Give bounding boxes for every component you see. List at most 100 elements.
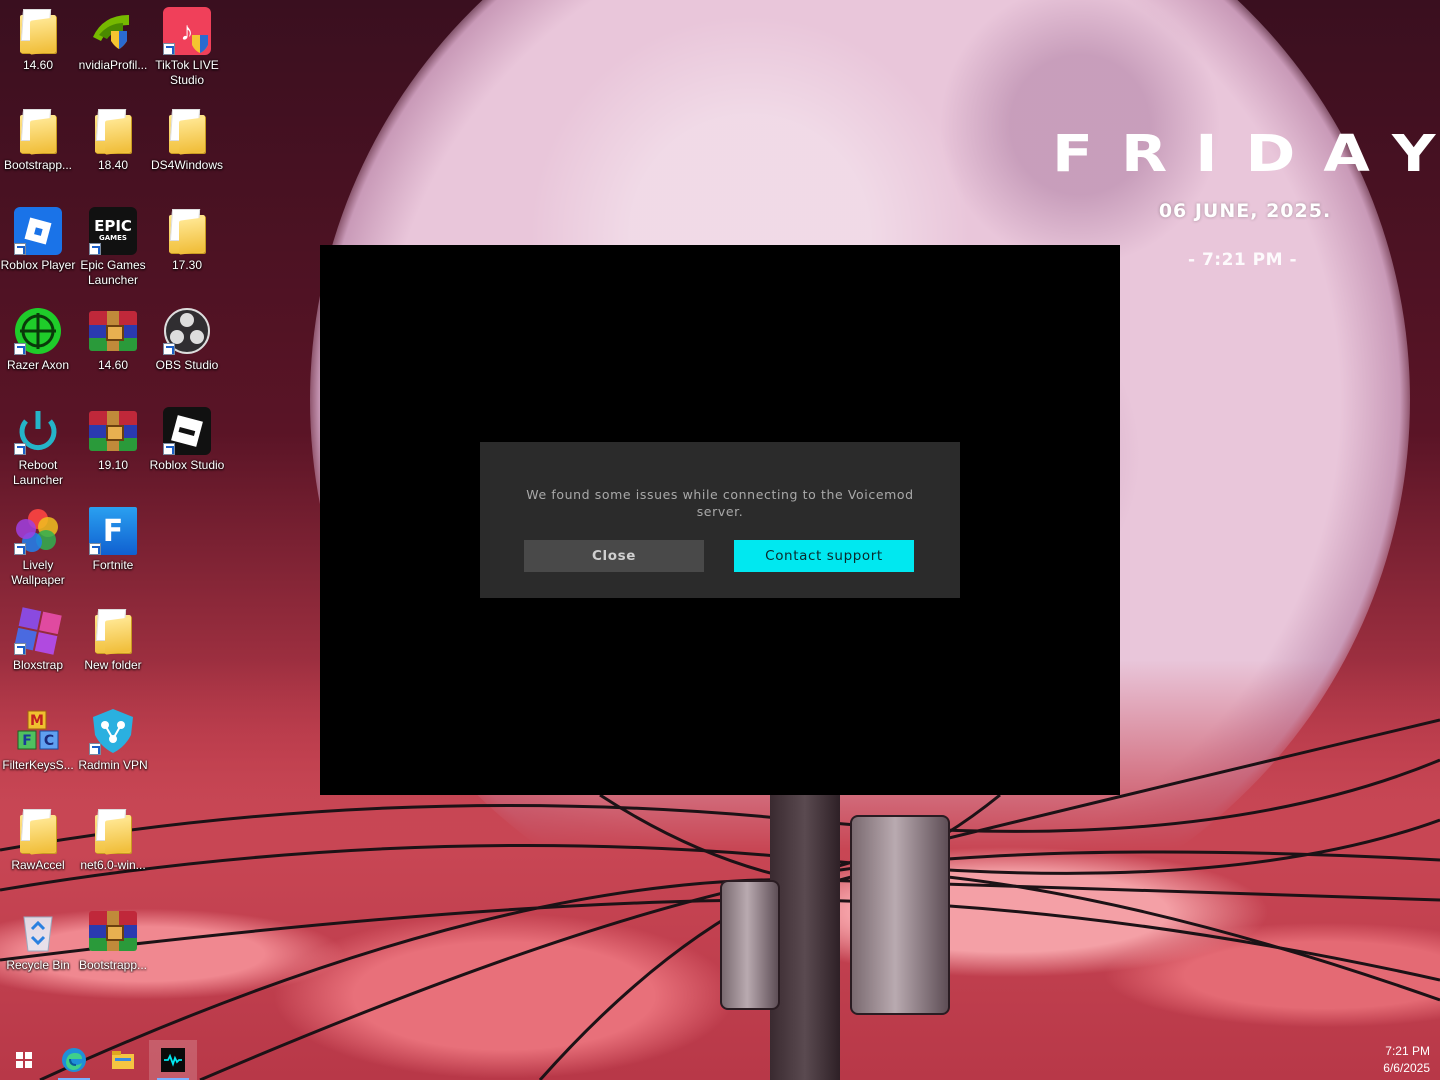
roblox-player-icon xyxy=(14,207,62,255)
edge-icon xyxy=(62,1048,86,1072)
desktop-icon-folder-17-30[interactable]: 17.30 xyxy=(149,200,225,296)
desktop-icon-label: Lively Wallpaper xyxy=(11,558,65,587)
file-explorer-icon xyxy=(112,1051,134,1069)
desktop-icon-folder-14-60[interactable]: 14.60 xyxy=(0,0,76,96)
desktop-icon-recycle-bin[interactable]: Recycle Bin xyxy=(0,900,76,996)
desktop-icon-bootstrapper-folder[interactable]: Bootstrapp... xyxy=(0,100,76,196)
folder-icon xyxy=(163,107,211,155)
winrar-archive-icon xyxy=(89,307,137,355)
folder-icon xyxy=(163,207,211,255)
taskbar-voicemod-button[interactable] xyxy=(149,1040,197,1080)
desktop-icon-label: Roblox Player xyxy=(0,258,76,272)
desktop-icon-label: Razer Axon xyxy=(6,358,70,372)
desktop-icon-label: RawAccel xyxy=(11,858,65,872)
desktop-icon-winrar-19-10[interactable]: 19.10 xyxy=(75,400,151,496)
desktop-icon-label: Reboot Launcher xyxy=(12,458,64,487)
voicemod-window: We found some issues while connecting to… xyxy=(320,245,1120,795)
folder-icon xyxy=(14,7,62,55)
desktop-icon-label: Recycle Bin xyxy=(6,958,70,972)
desktop-icon-label: TikTok LIVE Studio xyxy=(155,58,219,87)
razer-axon-icon xyxy=(14,307,62,355)
radmin-vpn-icon xyxy=(89,707,137,755)
desktop-icon-label: Epic Games Launcher xyxy=(80,258,146,287)
voicemod-icon xyxy=(161,1048,185,1072)
desktop-icon-lively-wallpaper[interactable]: Lively Wallpaper xyxy=(0,500,76,596)
desktop-icon-razer-axon[interactable]: Razer Axon xyxy=(0,300,76,396)
desktop-icon-label: FilterKeysS... xyxy=(2,758,74,772)
filterkeys-icon: MFC xyxy=(14,707,62,755)
nvidia-profile-inspector-icon xyxy=(89,7,137,55)
epic-games-icon: EPIC GAMES xyxy=(89,207,137,255)
folder-icon xyxy=(14,807,62,855)
winrar-archive-icon xyxy=(89,407,137,455)
transformer-right-image xyxy=(850,815,950,1015)
desktop-icon-reboot-launcher[interactable]: Reboot Launcher xyxy=(0,400,76,496)
obs-studio-icon xyxy=(163,307,211,355)
desktop-icon-nvidia-profile[interactable]: nvidiaProfil... xyxy=(75,0,151,96)
desktop-icon-label: Roblox Studio xyxy=(149,458,225,472)
recycle-bin-icon xyxy=(14,907,62,955)
desktop-icon-label: Bloxstrap xyxy=(12,658,64,672)
roblox-studio-icon xyxy=(163,407,211,455)
utility-pole-image xyxy=(770,790,840,1080)
desktop-icon-rawaccel[interactable]: RawAccel xyxy=(0,800,76,896)
desktop-icon-label: New folder xyxy=(84,658,142,672)
svg-text:C: C xyxy=(44,733,54,749)
folder-icon xyxy=(89,807,137,855)
widget-time: - 7:21 PM - xyxy=(1187,250,1298,270)
tiktok-live-studio-icon: ♪ xyxy=(163,7,211,55)
desktop-icon-filterkeys[interactable]: MFC FilterKeysS... xyxy=(0,700,76,796)
taskbar-clock[interactable]: 7:21 PM 6/6/2025 xyxy=(1350,1043,1430,1077)
desktop-icon-fortnite[interactable]: F Fortnite xyxy=(75,500,151,596)
lively-wallpaper-icon xyxy=(14,507,62,555)
contact-support-button[interactable]: Contact support xyxy=(734,540,914,572)
desktop-icon-label: Fortnite xyxy=(92,558,134,572)
taskbar: 7:21 PM 6/6/2025 xyxy=(0,1040,1440,1080)
svg-text:M: M xyxy=(30,713,44,729)
dialog-message: We found some issues while connecting to… xyxy=(526,487,914,519)
bloxstrap-icon xyxy=(14,607,62,655)
desktop-icon-winrar-14-60[interactable]: 14.60 xyxy=(75,300,151,396)
desktop-icon-label: 14.60 xyxy=(22,58,54,72)
svg-text:F: F xyxy=(22,733,32,749)
desktop-icon-epic-games[interactable]: EPIC GAMES Epic Games Launcher xyxy=(75,200,151,296)
desktop-icon-bloxstrap[interactable]: Bloxstrap xyxy=(0,600,76,696)
desktop-icon-label: net6.0-win... xyxy=(80,858,146,872)
connection-error-dialog: We found some issues while connecting to… xyxy=(480,442,960,598)
desktop-icon-label: nvidiaProfil... xyxy=(78,58,148,72)
start-icon xyxy=(16,1052,32,1068)
desktop-icon-label: 18.40 xyxy=(97,158,129,172)
folder-icon xyxy=(89,107,137,155)
desktop-icon-label: 17.30 xyxy=(171,258,203,272)
desktop-icon-folder-18-40[interactable]: 18.40 xyxy=(75,100,151,196)
desktop-icon-radmin-vpn[interactable]: Radmin VPN xyxy=(75,700,151,796)
desktop-icon-winrar-bootstrapper[interactable]: Bootstrapp... xyxy=(75,900,151,996)
desktop-icon-label: 14.60 xyxy=(97,358,129,372)
taskbar-file-explorer-button[interactable] xyxy=(99,1040,147,1080)
desktop-icon-label: DS4Windows xyxy=(150,158,224,172)
desktop-icon-obs-studio[interactable]: OBS Studio xyxy=(149,300,225,396)
clock-date: 6/6/2025 xyxy=(1383,1061,1430,1075)
desktop-icon-ds4windows[interactable]: DS4Windows xyxy=(149,100,225,196)
desktop-icon-new-folder[interactable]: New folder xyxy=(75,600,151,696)
clock-time: 7:21 PM xyxy=(1385,1044,1430,1058)
desktop-icon-label: Bootstrapp... xyxy=(3,158,73,172)
desktop-icon-label: 19.10 xyxy=(97,458,129,472)
winrar-archive-icon xyxy=(89,907,137,955)
close-button[interactable]: Close xyxy=(524,540,704,572)
desktop-icon-roblox-player[interactable]: Roblox Player xyxy=(0,200,76,296)
fortnite-icon: F xyxy=(89,507,137,555)
transformer-left-image xyxy=(720,880,780,1010)
start-button[interactable] xyxy=(0,1040,48,1080)
desktop-icon-label: Bootstrapp... xyxy=(78,958,148,972)
taskbar-edge-button[interactable] xyxy=(50,1040,98,1080)
reboot-launcher-icon xyxy=(14,407,62,455)
desktop-icon-tiktok-live-studio[interactable]: ♪ TikTok LIVE Studio xyxy=(149,0,225,96)
desktop-icon-label: Radmin VPN xyxy=(78,758,148,772)
desktop-icon-label: OBS Studio xyxy=(155,358,219,372)
desktop-icon-net6-folder[interactable]: net6.0-win... xyxy=(75,800,151,896)
folder-icon xyxy=(14,107,62,155)
widget-day: FRIDAY xyxy=(1052,124,1440,184)
desktop-icon-roblox-studio[interactable]: Roblox Studio xyxy=(149,400,225,496)
folder-icon xyxy=(89,607,137,655)
